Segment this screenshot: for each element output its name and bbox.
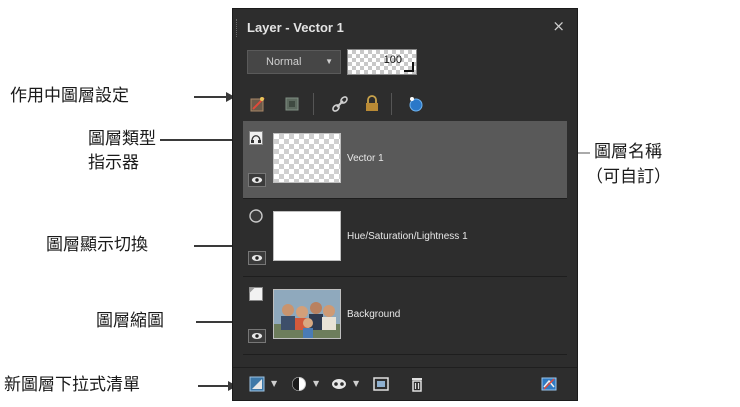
group-icon[interactable] xyxy=(373,376,389,392)
opacity-value: 100 xyxy=(383,54,402,66)
properties-icon[interactable] xyxy=(541,376,557,392)
layer-thumbnail[interactable] xyxy=(273,211,341,261)
row-divider xyxy=(243,354,567,355)
layer-row[interactable]: Background xyxy=(243,277,567,355)
raster-layer-icon xyxy=(249,287,263,301)
callout-line xyxy=(160,139,238,141)
family-photo xyxy=(274,290,340,338)
adjustment-icon[interactable] xyxy=(291,376,307,392)
color-picker-icon[interactable] xyxy=(407,95,425,113)
blend-mode-dropdown[interactable]: Normal ▼ xyxy=(247,50,341,74)
toolbar-divider xyxy=(313,93,314,115)
layer-thumbnail[interactable] xyxy=(273,289,341,339)
chevron-down-icon[interactable]: ▼ xyxy=(313,379,319,388)
layer-bottom-bar: ▼ ▼ ▼ xyxy=(233,367,577,400)
new-layer-icon[interactable] xyxy=(249,376,265,392)
callout-layer-thumbnail: 圖層縮圖 xyxy=(96,311,164,331)
mask-icon[interactable] xyxy=(283,95,301,113)
opacity-field[interactable]: 100 xyxy=(347,49,417,75)
callout-layer-name-line1: 圖層名稱 xyxy=(594,142,662,162)
layer-row[interactable]: Vector 1 xyxy=(243,121,567,199)
layer-name[interactable]: Hue/Saturation/Lightness 1 xyxy=(347,231,468,242)
eye-icon[interactable] xyxy=(248,329,266,343)
callout-layer-type-line1: 圖層類型 xyxy=(88,129,156,149)
layers-panel: Layer - Vector 1 × Normal ▼ 100 Vector 1… xyxy=(232,8,578,401)
callout-line xyxy=(194,96,226,98)
eye-icon[interactable] xyxy=(248,251,266,265)
chevron-down-icon[interactable]: ▼ xyxy=(353,379,359,388)
callout-layer-type-line2: 指示器 xyxy=(88,153,139,173)
vector-layer-icon xyxy=(249,131,263,145)
panel-title: Layer - Vector 1 xyxy=(247,20,344,35)
callout-layer-name-line2: （可自訂） xyxy=(586,167,671,187)
layer-thumbnail[interactable] xyxy=(273,133,341,183)
callout-line xyxy=(198,385,230,387)
callout-visibility-toggle: 圖層顯示切換 xyxy=(46,235,148,255)
blend-mode-value: Normal xyxy=(266,56,302,68)
adjustment-layer-icon xyxy=(249,209,263,223)
delete-icon[interactable] xyxy=(409,376,425,392)
chevron-down-icon: ▼ xyxy=(325,57,333,66)
link-icon[interactable] xyxy=(331,95,349,113)
eye-icon[interactable] xyxy=(248,173,266,187)
layer-toolbar xyxy=(233,89,577,119)
layer-name[interactable]: Vector 1 xyxy=(347,153,384,164)
layer-properties-icon[interactable] xyxy=(249,95,267,113)
callout-new-layer-dropdown: 新圖層下拉式清單 xyxy=(4,375,140,395)
layer-row[interactable]: Hue/Saturation/Lightness 1 xyxy=(243,199,567,277)
lock-icon[interactable] xyxy=(363,95,381,113)
layer-name[interactable]: Background xyxy=(347,309,400,320)
panel-grip[interactable] xyxy=(236,19,239,37)
close-icon[interactable]: × xyxy=(552,17,565,35)
chevron-down-icon[interactable]: ▼ xyxy=(271,379,277,388)
mask-icon[interactable] xyxy=(331,376,347,392)
toolbar-divider xyxy=(391,93,392,115)
opacity-corner xyxy=(404,62,414,72)
callout-active-layer-settings: 作用中圖層設定 xyxy=(10,86,129,106)
